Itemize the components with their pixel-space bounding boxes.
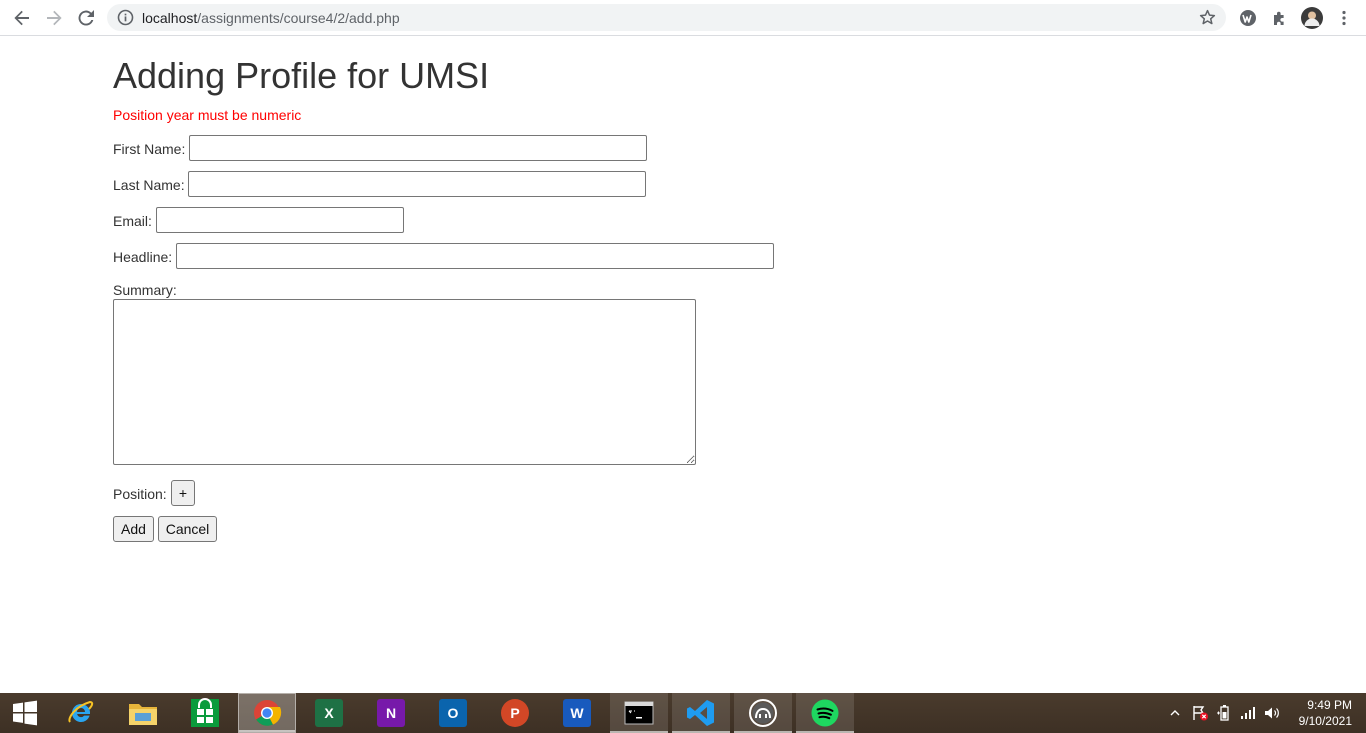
taskbar-excel[interactable]: X (300, 693, 358, 733)
taskbar-outlook[interactable]: O (424, 693, 482, 733)
taskbar-powerpoint[interactable]: P (486, 693, 544, 733)
chevron-up-icon (1170, 710, 1180, 716)
mendeley-icon (749, 699, 777, 727)
profile-avatar[interactable] (1301, 7, 1323, 29)
position-label: Position: (113, 486, 167, 502)
forward-arrow-icon (47, 10, 62, 26)
taskbar-file-explorer[interactable] (114, 693, 172, 733)
tray-action-center[interactable] (1189, 693, 1211, 733)
url-text[interactable]: localhost/assignments/course4/2/add.php (142, 10, 400, 26)
clock-time: 9:49 PM (1307, 698, 1352, 712)
headline-input[interactable] (176, 243, 774, 269)
internet-explorer-icon (68, 700, 94, 723)
speaker-icon (1265, 707, 1279, 719)
address-bar[interactable]: localhost/assignments/course4/2/add.php (107, 4, 1226, 31)
puzzle-piece-icon (1274, 11, 1284, 25)
wordpress-logo-icon (1240, 10, 1256, 26)
last-name-input[interactable] (188, 171, 646, 197)
email-input[interactable] (156, 207, 404, 233)
taskbar-clock[interactable]: 9:49 PM 9/10/2021 (1282, 697, 1352, 729)
tray-battery[interactable] (1213, 693, 1235, 733)
summary-textarea[interactable] (113, 299, 696, 465)
back-button[interactable] (9, 5, 35, 31)
signal-bars-icon (1241, 707, 1255, 719)
taskbar-spotify[interactable] (796, 693, 854, 733)
taskbar-mendeley[interactable] (734, 693, 792, 733)
first-name-label: First Name: (113, 141, 186, 157)
windows-logo-icon (13, 700, 37, 726)
taskbar-onenote[interactable]: N (362, 693, 420, 733)
page-title: Adding Profile for UMSI (113, 55, 490, 96)
browser-menu-button[interactable] (1333, 7, 1355, 29)
first-name-input[interactable] (189, 135, 647, 161)
headline-label: Headline: (113, 249, 173, 265)
store-icon (191, 698, 219, 727)
vscode-icon (687, 700, 714, 726)
forward-button[interactable] (41, 5, 67, 31)
chrome-icon (254, 700, 282, 726)
email-label: Email: (113, 213, 152, 229)
powerpoint-icon: P (501, 699, 529, 727)
bookmark-star-icon[interactable] (1199, 9, 1216, 26)
taskbar-google-chrome[interactable] (238, 693, 296, 733)
folder-icon (129, 704, 157, 725)
taskbar-command-prompt[interactable] (610, 693, 668, 733)
last-name-label: Last Name: (113, 177, 185, 193)
clock-date: 9/10/2021 (1298, 714, 1352, 728)
taskbar-internet-explorer[interactable] (52, 693, 110, 733)
wordpress-extension-icon[interactable] (1237, 7, 1259, 29)
back-arrow-icon (14, 10, 29, 26)
url-host: localhost (142, 10, 198, 26)
error-message: Position year must be numeric (113, 107, 302, 123)
terminal-icon (624, 701, 654, 725)
summary-label: Summary: (113, 282, 177, 298)
reload-button[interactable] (73, 5, 99, 31)
add-button[interactable]: Add (113, 516, 154, 542)
taskbar-visual-studio-code[interactable] (672, 693, 730, 733)
outlook-icon: O (439, 699, 467, 727)
add-position-button[interactable]: + (171, 480, 195, 506)
info-icon[interactable] (117, 9, 134, 26)
excel-icon: X (315, 699, 343, 727)
spotify-icon (811, 699, 839, 727)
url-path: /assignments/course4/2/add.php (197, 10, 400, 26)
browser-toolbar: localhost/assignments/course4/2/add.php (0, 0, 1366, 36)
reload-icon (78, 10, 94, 26)
taskbar-word[interactable]: W (548, 693, 606, 733)
tray-volume[interactable] (1261, 693, 1283, 733)
onenote-icon: N (377, 699, 405, 727)
battery-icon (1217, 705, 1229, 721)
windows-taskbar: X N O P W 9:49 PM 9/10/2021 (0, 693, 1366, 733)
extensions-puzzle-icon[interactable] (1269, 7, 1291, 29)
cancel-button[interactable]: Cancel (158, 516, 217, 542)
avatar-icon (1301, 7, 1323, 29)
kebab-menu-icon (1342, 10, 1346, 26)
tray-network[interactable] (1237, 693, 1259, 733)
word-icon: W (563, 699, 591, 727)
flag-error-icon (1193, 706, 1208, 721)
start-button[interactable] (0, 693, 50, 733)
taskbar-microsoft-store[interactable] (176, 693, 234, 733)
tray-overflow-button[interactable] (1166, 693, 1184, 733)
